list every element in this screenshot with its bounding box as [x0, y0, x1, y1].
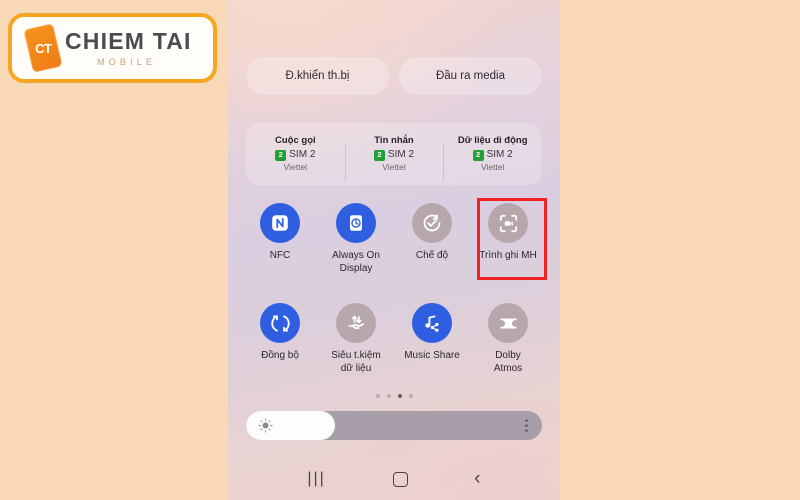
device-control-pill[interactable]: Đ.khiển th.bị — [246, 57, 389, 95]
sim-calls-carrier: Viettel — [283, 162, 308, 173]
dolby-atmos-icon — [488, 303, 528, 343]
phone-screen: Đ.khiển th.bị Đầu ra media Cuộc gọi 2 SI… — [228, 0, 560, 500]
media-output-pill[interactable]: Đầu ra media — [399, 57, 542, 95]
device-control-label: Đ.khiển th.bị — [285, 70, 350, 82]
brightness-slider-fill[interactable] — [246, 411, 335, 440]
home-button[interactable] — [392, 471, 408, 487]
toggle-nfc[interactable]: NFC — [242, 203, 318, 275]
toggle-screen-recorder-label: Trình ghi MH — [479, 250, 537, 261]
sim-messages-value: 2 SIM 2 — [345, 149, 444, 162]
toggle-mode-label: Chế độ — [415, 250, 449, 261]
toggle-music-share-label: Music Share — [404, 350, 460, 361]
watermark-logo: CT CHIEM TAI MOBILE — [8, 13, 217, 83]
brightness-more-options-icon[interactable] — [525, 419, 528, 432]
mode-check-icon — [412, 203, 452, 243]
logo-brand-name: CHIEM TAI — [65, 27, 192, 54]
recents-button[interactable]: ||| — [307, 470, 325, 488]
sim-column-messages[interactable]: Tin nhắn 2 SIM 2 Viettel — [344, 135, 444, 181]
toggle-music-share[interactable]: Music Share — [394, 303, 470, 375]
logo-text-block: CHIEM TAI MOBILE — [65, 27, 192, 67]
toggle-always-on-display-label: Always On Display — [332, 250, 380, 274]
toggle-data-saver[interactable]: Siêu t.kiệm dữ liệu — [318, 303, 394, 375]
sim-calls-value: 2 SIM 2 — [246, 149, 345, 162]
sim-info-panel[interactable]: Cuộc gọi 2 SIM 2 Viettel Tin nhắn 2 SIM … — [246, 123, 542, 185]
toggle-sync-label: Đồng bộ — [261, 350, 299, 361]
sim-messages-badge: 2 — [373, 149, 385, 161]
always-on-display-icon — [336, 203, 376, 243]
nfc-icon — [260, 203, 300, 243]
page-dot-4[interactable] — [408, 394, 413, 398]
sim-column-calls[interactable]: Cuộc gọi 2 SIM 2 Viettel — [246, 135, 345, 173]
sim-data-slot: SIM 2 — [486, 148, 513, 160]
data-saver-icon — [336, 303, 376, 343]
media-output-label: Đầu ra media — [435, 70, 506, 82]
screen-recorder-icon — [488, 203, 528, 243]
sim-calls-badge: 2 — [275, 149, 287, 161]
sim-calls-slot: SIM 2 — [289, 148, 316, 160]
toggle-data-saver-label: Siêu t.kiệm dữ liệu — [331, 350, 381, 374]
music-share-icon — [412, 303, 452, 343]
sim-messages-slot: SIM 2 — [387, 148, 415, 160]
sim-calls-title: Cuộc gọi — [275, 135, 316, 146]
sync-icon — [260, 303, 300, 343]
sim-column-mobile-data[interactable]: Dữ liệu di động 2 SIM 2 Viettel — [443, 135, 542, 181]
brightness-sun-icon — [258, 418, 273, 433]
page-dot-1[interactable] — [375, 394, 380, 398]
sim-messages-title: Tin nhắn — [374, 135, 414, 146]
toggle-mode[interactable]: Chế độ — [394, 203, 470, 275]
quick-toggle-row-2: Đồng bộ Siêu t.kiệm dữ liệu Music Share … — [242, 303, 546, 375]
toggle-nfc-label: NFC — [269, 250, 291, 261]
sim-data-value: 2 SIM 2 — [443, 149, 542, 162]
sim-data-carrier: Viettel — [480, 162, 505, 173]
sim-data-badge: 2 — [472, 149, 484, 161]
quick-toggle-row-1: NFC Always On Display Chế độ Trình ghi M… — [242, 203, 546, 275]
sim-messages-carrier: Viettel — [382, 162, 406, 173]
toggle-sync[interactable]: Đồng bộ — [242, 303, 318, 375]
quick-panel-media-pills: Đ.khiển th.bị Đầu ra media — [246, 57, 542, 95]
android-navigation-bar: ||| ‹ — [228, 458, 560, 500]
toggle-dolby-atmos-label: Dolby Atmos — [493, 350, 523, 374]
brightness-slider[interactable] — [246, 411, 542, 440]
page-dot-3-active[interactable] — [397, 394, 402, 398]
toggle-screen-recorder[interactable]: Trình ghi MH — [470, 203, 546, 275]
logo-phone-initials: CT — [34, 40, 52, 56]
quick-panel-pagination — [228, 394, 560, 398]
toggle-always-on-display[interactable]: Always On Display — [318, 203, 394, 275]
logo-phone-icon: CT — [23, 23, 63, 73]
logo-tagline: MOBILE — [97, 56, 157, 67]
page-dot-2[interactable] — [386, 394, 391, 398]
back-button[interactable]: ‹ — [474, 468, 480, 490]
sim-data-title: Dữ liệu di động — [457, 135, 528, 146]
toggle-dolby-atmos[interactable]: Dolby Atmos — [470, 303, 546, 375]
